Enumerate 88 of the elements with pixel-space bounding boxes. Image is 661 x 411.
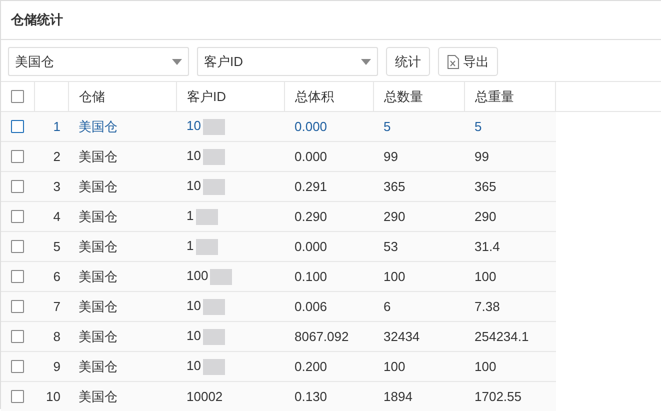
table-cell: 365 [464,172,556,202]
checkbox[interactable] [11,390,24,403]
table-cell: 8067.092 [284,322,374,352]
export-button[interactable]: 导出 [438,47,498,76]
stats-button[interactable]: 统计 [386,47,430,76]
table-cell: 99 [374,142,464,172]
table-cell: 290 [374,202,464,232]
table-cell: 1702.55 [464,382,556,411]
table-cell: 0.006 [284,292,374,322]
table-cell: 美国仓 [68,262,176,292]
table-cell: 美国仓 [68,172,176,202]
blurred-patch [210,268,232,285]
table-cell: 10 [186,178,201,194]
row-number: 2 [34,142,68,172]
row-number: 10 [34,382,68,411]
row-number: 4 [34,202,68,232]
table-cell: 1 [186,208,194,224]
table-cell: 0.200 [284,352,374,382]
checkbox[interactable] [11,120,24,133]
checkbox[interactable] [11,270,24,283]
table-cell: 10002 [186,389,223,404]
checkbox[interactable] [11,360,24,373]
row-number: 1 [34,112,68,142]
checkbox[interactable] [11,240,24,253]
table-cell: 100 [374,262,464,292]
blurred-patch [196,208,218,225]
blurred-patch [202,118,225,135]
table-cell: 99 [464,142,556,172]
table-cell: 100 [374,352,464,382]
table-cell: 0.291 [284,172,374,202]
table-cell: 0.000 [284,112,374,142]
table-cell: 365 [374,172,464,202]
row-number: 3 [34,172,68,202]
checkbox[interactable] [11,300,24,313]
table-cell: 0.290 [284,202,374,232]
customer-select[interactable]: 客户ID [197,47,378,76]
row-number: 6 [34,262,68,292]
table-cell: 53 [374,232,464,262]
table-cell: 0.000 [284,232,374,262]
blurred-patch [202,358,225,375]
table-cell: 5 [464,112,556,142]
table-cell: 5 [374,112,464,142]
table-cell: 0.100 [284,262,374,292]
table-cell: 10 [186,298,201,314]
caret-icon [172,58,182,64]
table-cell: 10 [186,328,201,344]
row-number: 8 [34,322,68,352]
checkbox[interactable] [11,330,24,343]
table-cell: 美国仓 [68,142,176,172]
row-number: 7 [34,292,68,322]
table-cell: 7.38 [464,292,556,322]
table-cell: 10 [186,358,201,374]
blurred-patch [196,238,218,255]
checkbox[interactable] [11,90,24,103]
blurred-patch [202,148,225,165]
table-cell: 6 [374,292,464,322]
table-cell: 0.000 [284,142,374,172]
panel-title: 仓储统计 [1,1,661,40]
table-cell: 美国仓 [68,232,176,262]
table-cell: 31.4 [464,232,556,262]
table-cell: 美国仓 [68,352,176,382]
checkbox[interactable] [11,150,24,163]
table-cell: 0.130 [284,382,374,411]
caret-icon [361,58,371,64]
table-cell: 美国仓 [68,322,176,352]
blurred-patch [202,328,225,345]
table-cell: 100 [464,352,556,382]
row-number: 5 [34,232,68,262]
checkbox[interactable] [11,210,24,223]
table-cell: 290 [464,202,556,232]
table-cell: 10 [186,148,201,164]
table-cell: 254234.1 [464,322,556,352]
blurred-patch [202,178,225,195]
blurred-patch [202,298,225,315]
table-cell: 32434 [374,322,464,352]
table-cell: 1894 [374,382,464,411]
warehouse-select[interactable]: 美国仓 [8,47,189,76]
table-cell: 10 [186,118,201,134]
checkbox[interactable] [11,180,24,193]
spreadsheet-file-icon [447,54,459,68]
table-cell: 美国仓 [68,112,176,142]
table-cell: 美国仓 [68,382,176,411]
table-cell: 1 [186,238,194,254]
table-cell: 美国仓 [68,202,176,232]
table-cell: 100 [186,268,208,284]
table-cell: 美国仓 [68,292,176,322]
table-cell: 100 [464,262,556,292]
row-number: 9 [34,352,68,382]
